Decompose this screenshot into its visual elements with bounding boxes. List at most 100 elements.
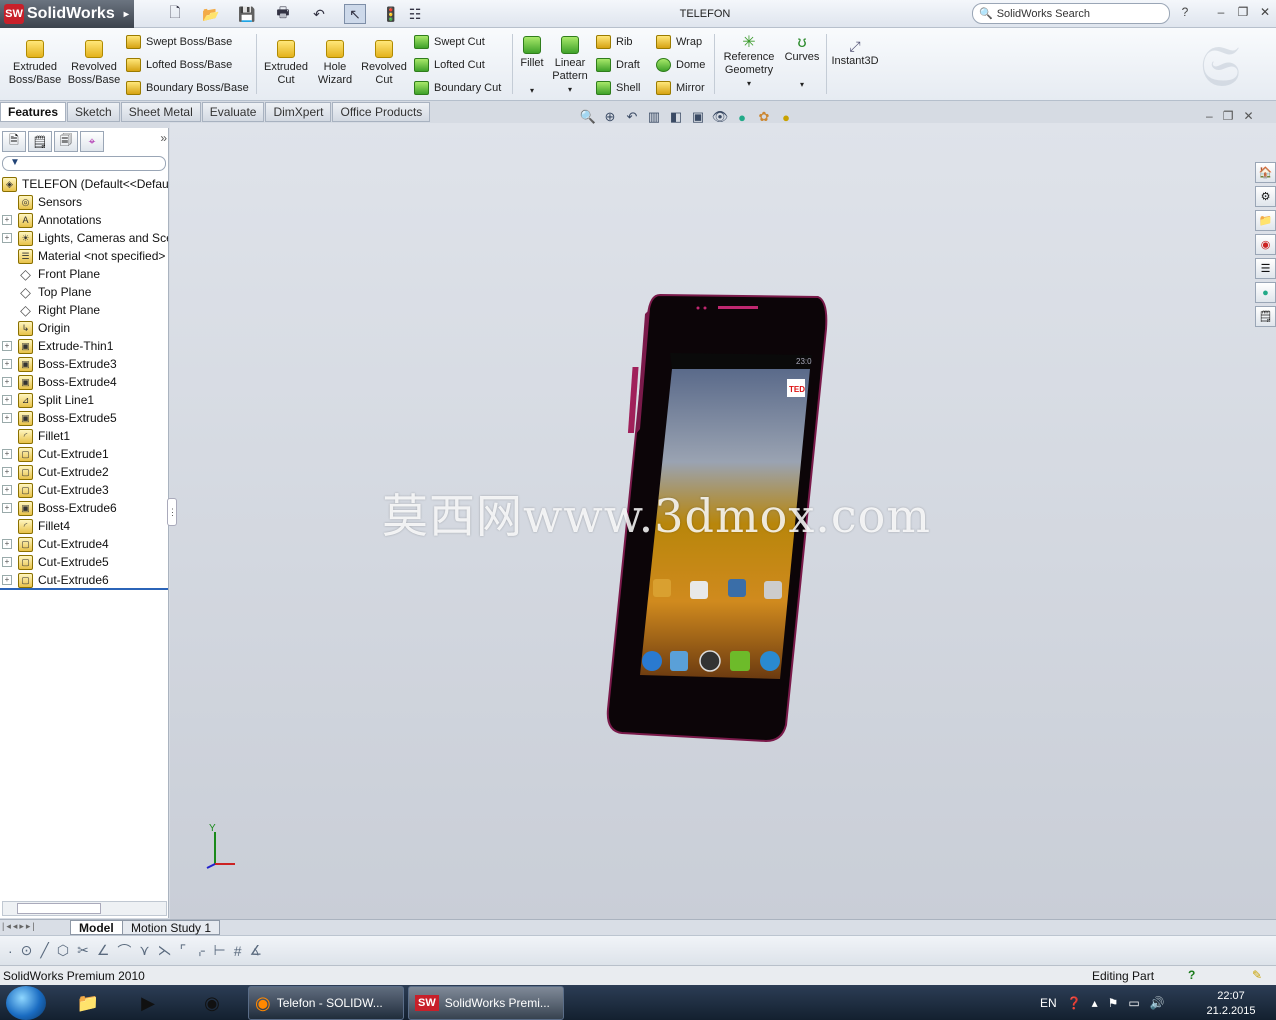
viewport-close-button[interactable]: ✕ [1243,109,1253,123]
tree-item[interactable]: ◜ Fillet4 [2,517,168,535]
network-icon[interactable]: ▭ [1128,996,1139,1010]
lofted-boss-button[interactable]: Lofted Boss/Base [126,56,232,74]
swept-cut-button[interactable]: Swept Cut [414,33,485,51]
expand-toggle-icon[interactable]: + [2,557,12,567]
tree-item[interactable]: + A Annotations [2,211,168,229]
system-clock[interactable]: 22:07 21.2.2015 [1200,989,1262,1019]
solidworks-logo[interactable]: SW SolidWorks ▸ [0,0,134,28]
minimize-button[interactable]: – [1212,5,1230,23]
dropdown-arrow-icon[interactable]: ▾ [530,84,534,97]
draft-button[interactable]: Draft [596,56,640,74]
property-manager-tab-icon[interactable]: 🗒 [28,131,52,152]
dome-button[interactable]: Dome [656,56,705,74]
expand-toggle-icon[interactable]: + [2,449,12,459]
tab-evaluate[interactable]: Evaluate [201,102,265,122]
view-palette-icon[interactable]: ☰ [1255,258,1276,279]
tab-dimxpert[interactable]: DimXpert [265,102,332,122]
design-library-icon[interactable]: ⚙ [1255,186,1276,207]
tree-horizontal-scrollbar[interactable] [2,901,167,916]
revolved-cut-button[interactable]: Revolved Cut [358,40,410,104]
dropdown-arrow-icon[interactable]: ▾ [800,78,804,91]
offset-icon[interactable]: ⌒ [117,941,131,961]
expand-toggle-icon[interactable]: + [2,413,12,423]
viewport-restore-button[interactable]: ❐ [1223,109,1234,123]
instant3d-button[interactable]: ⤢ Instant3D [830,39,880,104]
tree-item[interactable]: + ▢ Cut-Extrude3 [2,481,168,499]
tree-root[interactable]: ◈ TELEFON (Default<<Default> [2,175,168,193]
save-icon[interactable]: 💾 [236,4,258,24]
tab-motion-study[interactable]: Motion Study 1 [122,920,221,935]
wrap-button[interactable]: Wrap [656,33,702,51]
taskbar-firefox-button[interactable]: ◉ Telefon - SOLIDW... [248,986,404,1020]
tree-item[interactable]: + ▣ Boss-Extrude6 [2,499,168,517]
restore-button[interactable]: ❐ [1234,5,1252,23]
language-indicator[interactable]: EN [1040,996,1057,1010]
expand-toggle-icon[interactable]: + [2,467,12,477]
hide-show-items-icon[interactable]: 👁 [712,109,729,125]
tree-item[interactable]: + ⊿ Split Line1 [2,391,168,409]
file-explorer-taskbar-icon[interactable]: 📁 [66,988,110,1018]
expand-toggle-icon[interactable]: + [2,377,12,387]
volume-icon[interactable]: 🔊 [1150,996,1165,1010]
hole-wizard-button[interactable]: Hole Wizard [312,40,358,104]
grid-icon[interactable]: # [234,943,242,959]
tree-item[interactable]: + ▢ Cut-Extrude2 [2,463,168,481]
expand-toggle-icon[interactable]: + [2,215,12,225]
tree-item[interactable]: + ▢ Cut-Extrude4 [2,535,168,553]
tree-item[interactable]: + ▣ Extrude-Thin1 [2,337,168,355]
swept-boss-button[interactable]: Swept Boss/Base [126,33,232,51]
extend-icon[interactable]: ∠ [97,942,110,959]
expand-toggle-icon[interactable]: + [2,395,12,405]
media-player-taskbar-icon[interactable]: ▶ [126,988,170,1018]
expand-toggle-icon[interactable]: + [2,233,12,243]
file-explorer-icon[interactable]: 📁 [1255,210,1276,231]
tree-item[interactable]: + ▢ Cut-Extrude5 [2,553,168,571]
new-document-icon[interactable]: 🗋 [164,4,186,24]
configuration-manager-tab-icon[interactable]: 🗐 [54,131,78,152]
tree-item[interactable]: + ▣ Boss-Extrude5 [2,409,168,427]
open-folder-icon[interactable]: 📂 [200,4,222,24]
tab-sketch[interactable]: Sketch [67,102,120,122]
display-style-icon[interactable]: ▣ [690,109,706,125]
tree-item[interactable]: + ☀ Lights, Cameras and Scene [2,229,168,247]
angle-icon[interactable]: ∡ [250,942,263,959]
expand-toggle-icon[interactable]: + [2,359,12,369]
construction-icon[interactable]: ⌌ [194,942,205,959]
appearances-icon[interactable]: ● [1255,282,1276,303]
mirror-entities-icon[interactable]: ⋎ [139,942,149,959]
dimxpert-manager-tab-icon[interactable]: ⌖ [80,131,104,152]
expand-tabs-icon[interactable]: » [160,131,167,153]
tree-item[interactable]: + ▣ Boss-Extrude4 [2,373,168,391]
expand-toggle-icon[interactable]: + [2,575,12,585]
search-box[interactable]: 🔍 SolidWorks Search [972,3,1170,24]
view-orientation-icon[interactable]: ◧ [668,109,684,125]
zoom-to-fit-icon[interactable]: 🔍 [580,109,596,125]
tree-item[interactable]: ◜ Fillet1 [2,427,168,445]
point-icon[interactable]: · [8,943,13,959]
dropdown-arrow-icon[interactable]: ▾ [568,83,572,96]
search-results-icon[interactable]: ◉ [1255,234,1276,255]
print-icon[interactable]: 🖶 [272,4,294,24]
tray-expand-icon[interactable]: ▴ [1092,996,1098,1010]
zoom-to-area-icon[interactable]: ⊕ [602,109,618,125]
solidworks-resources-icon[interactable]: 🏠 [1255,162,1276,183]
rebuild-status-icon[interactable]: ✎ [1252,968,1262,982]
rib-button[interactable]: Rib [596,33,633,51]
panel-collapse-handle[interactable]: ⋮ [167,498,177,526]
circle-icon[interactable]: ⊙ [21,942,33,959]
chrome-taskbar-icon[interactable]: ◉ [190,988,234,1018]
taskbar-solidworks-button[interactable]: SW SolidWorks Premi... [408,986,564,1020]
action-center-icon[interactable]: ⚑ [1108,996,1119,1010]
trim-icon[interactable]: ✂ [77,942,89,959]
viewport-minimize-button[interactable]: – [1206,109,1213,123]
boundary-cut-button[interactable]: Boundary Cut [414,79,501,97]
expand-toggle-icon[interactable]: + [2,485,12,495]
tree-item[interactable]: ◇ Front Plane [2,265,168,283]
mirror-button[interactable]: Mirror [656,79,705,97]
extruded-boss-button[interactable]: Extruded Boss/Base [6,40,64,104]
tree-item[interactable]: + ▢ Cut-Extrude1 [2,445,168,463]
help-icon[interactable]: ? [1176,5,1194,23]
options-icon[interactable]: ☷ [404,4,426,24]
tab-scroll-arrows-icon[interactable]: |◂◂▸▸| [2,921,37,932]
apply-scene-icon[interactable]: ✿ [756,109,772,125]
